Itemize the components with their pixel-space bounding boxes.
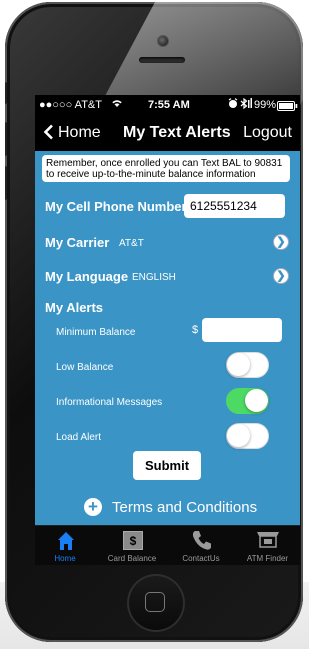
tab-card-balance[interactable]: $ Card Balance [97, 526, 167, 565]
informational-messages-label: Informational Messages [56, 397, 163, 408]
carrier-chevron-icon[interactable]: ❯ [273, 234, 289, 250]
tab-home[interactable]: Home [35, 526, 95, 565]
toggle-knob [245, 389, 268, 412]
battery-percent: 99% [254, 99, 277, 111]
language-value: ENGLISH [132, 272, 176, 283]
low-balance-label: Low Balance [56, 362, 114, 373]
bluetooth-bars-icon [248, 98, 252, 111]
app-screen: ●●○○○ AT&T 7:55 AM 99% Home My Text Aler… [35, 95, 300, 565]
volume-down-button [5, 166, 7, 200]
informational-messages-toggle[interactable] [226, 388, 269, 414]
dollar-icon: $ [123, 531, 143, 555]
tab-contact-us-label: ContactUs [182, 554, 220, 563]
home-icon [57, 531, 75, 556]
tab-home-label: Home [54, 554, 76, 563]
carrier-signal: ●●○○○ AT&T [39, 99, 102, 111]
alarm-icon [228, 98, 238, 112]
load-alert-toggle[interactable] [226, 423, 269, 449]
earpiece-speaker [139, 57, 185, 63]
tab-atm-finder[interactable]: ATM Finder [235, 526, 300, 565]
plus-circle-icon: + [84, 498, 102, 516]
toggle-knob [227, 353, 250, 376]
language-chevron-icon[interactable]: ❯ [273, 268, 289, 284]
device-home-button[interactable] [127, 574, 185, 632]
phone-icon [191, 529, 213, 556]
terms-link[interactable]: + Terms and Conditions [84, 498, 257, 516]
tab-contact-us[interactable]: ContactUs [169, 526, 233, 565]
low-balance-toggle[interactable] [226, 352, 269, 378]
status-bar: ●●○○○ AT&T 7:55 AM 99% [35, 95, 300, 117]
chevron-left-icon [43, 124, 54, 142]
tab-card-balance-label: Card Balance [107, 554, 157, 563]
battery-icon [277, 101, 298, 114]
svg-text:$: $ [130, 534, 137, 548]
front-camera [157, 35, 169, 47]
alerts-heading: My Alerts [45, 300, 104, 315]
navigation-bar: Home My Text Alerts Logout [35, 117, 300, 151]
terms-label: Terms and Conditions [112, 498, 258, 516]
enrollment-notice: Remember, once enrolled you can Text BAL… [42, 155, 290, 182]
tab-atm-finder-label: ATM Finder [246, 554, 289, 563]
submit-button[interactable]: Submit [133, 451, 201, 480]
home-square-icon [145, 592, 165, 612]
minimum-balance-input[interactable] [202, 318, 282, 342]
atm-icon [255, 531, 281, 554]
tab-bar: Home $ Card Balance ContactUs ATM Finder [35, 525, 300, 565]
minimum-balance-label: Minimum Balance [56, 327, 136, 338]
bluetooth-icon [240, 97, 248, 112]
wifi-icon [111, 98, 123, 111]
status-time: 7:55 AM [148, 99, 190, 111]
language-label: My Language [45, 269, 129, 284]
cell-phone-input[interactable]: 6125551234 [184, 194, 285, 218]
logout-button[interactable]: Logout [243, 124, 292, 142]
toggle-knob [227, 424, 250, 447]
back-label: Home [58, 124, 101, 141]
phone-device: ●●○○○ AT&T 7:55 AM 99% Home My Text Aler… [5, 2, 303, 642]
mute-switch [5, 82, 7, 104]
carrier-label: My Carrier [45, 235, 110, 250]
volume-up-button [5, 122, 7, 156]
cell-phone-label: My Cell Phone Number [45, 199, 187, 214]
load-alert-label: Load Alert [56, 432, 102, 443]
back-home-button[interactable]: Home [43, 124, 101, 142]
currency-symbol: $ [192, 324, 199, 336]
page-title: My Text Alerts [123, 124, 231, 141]
carrier-value: AT&T [119, 238, 144, 249]
